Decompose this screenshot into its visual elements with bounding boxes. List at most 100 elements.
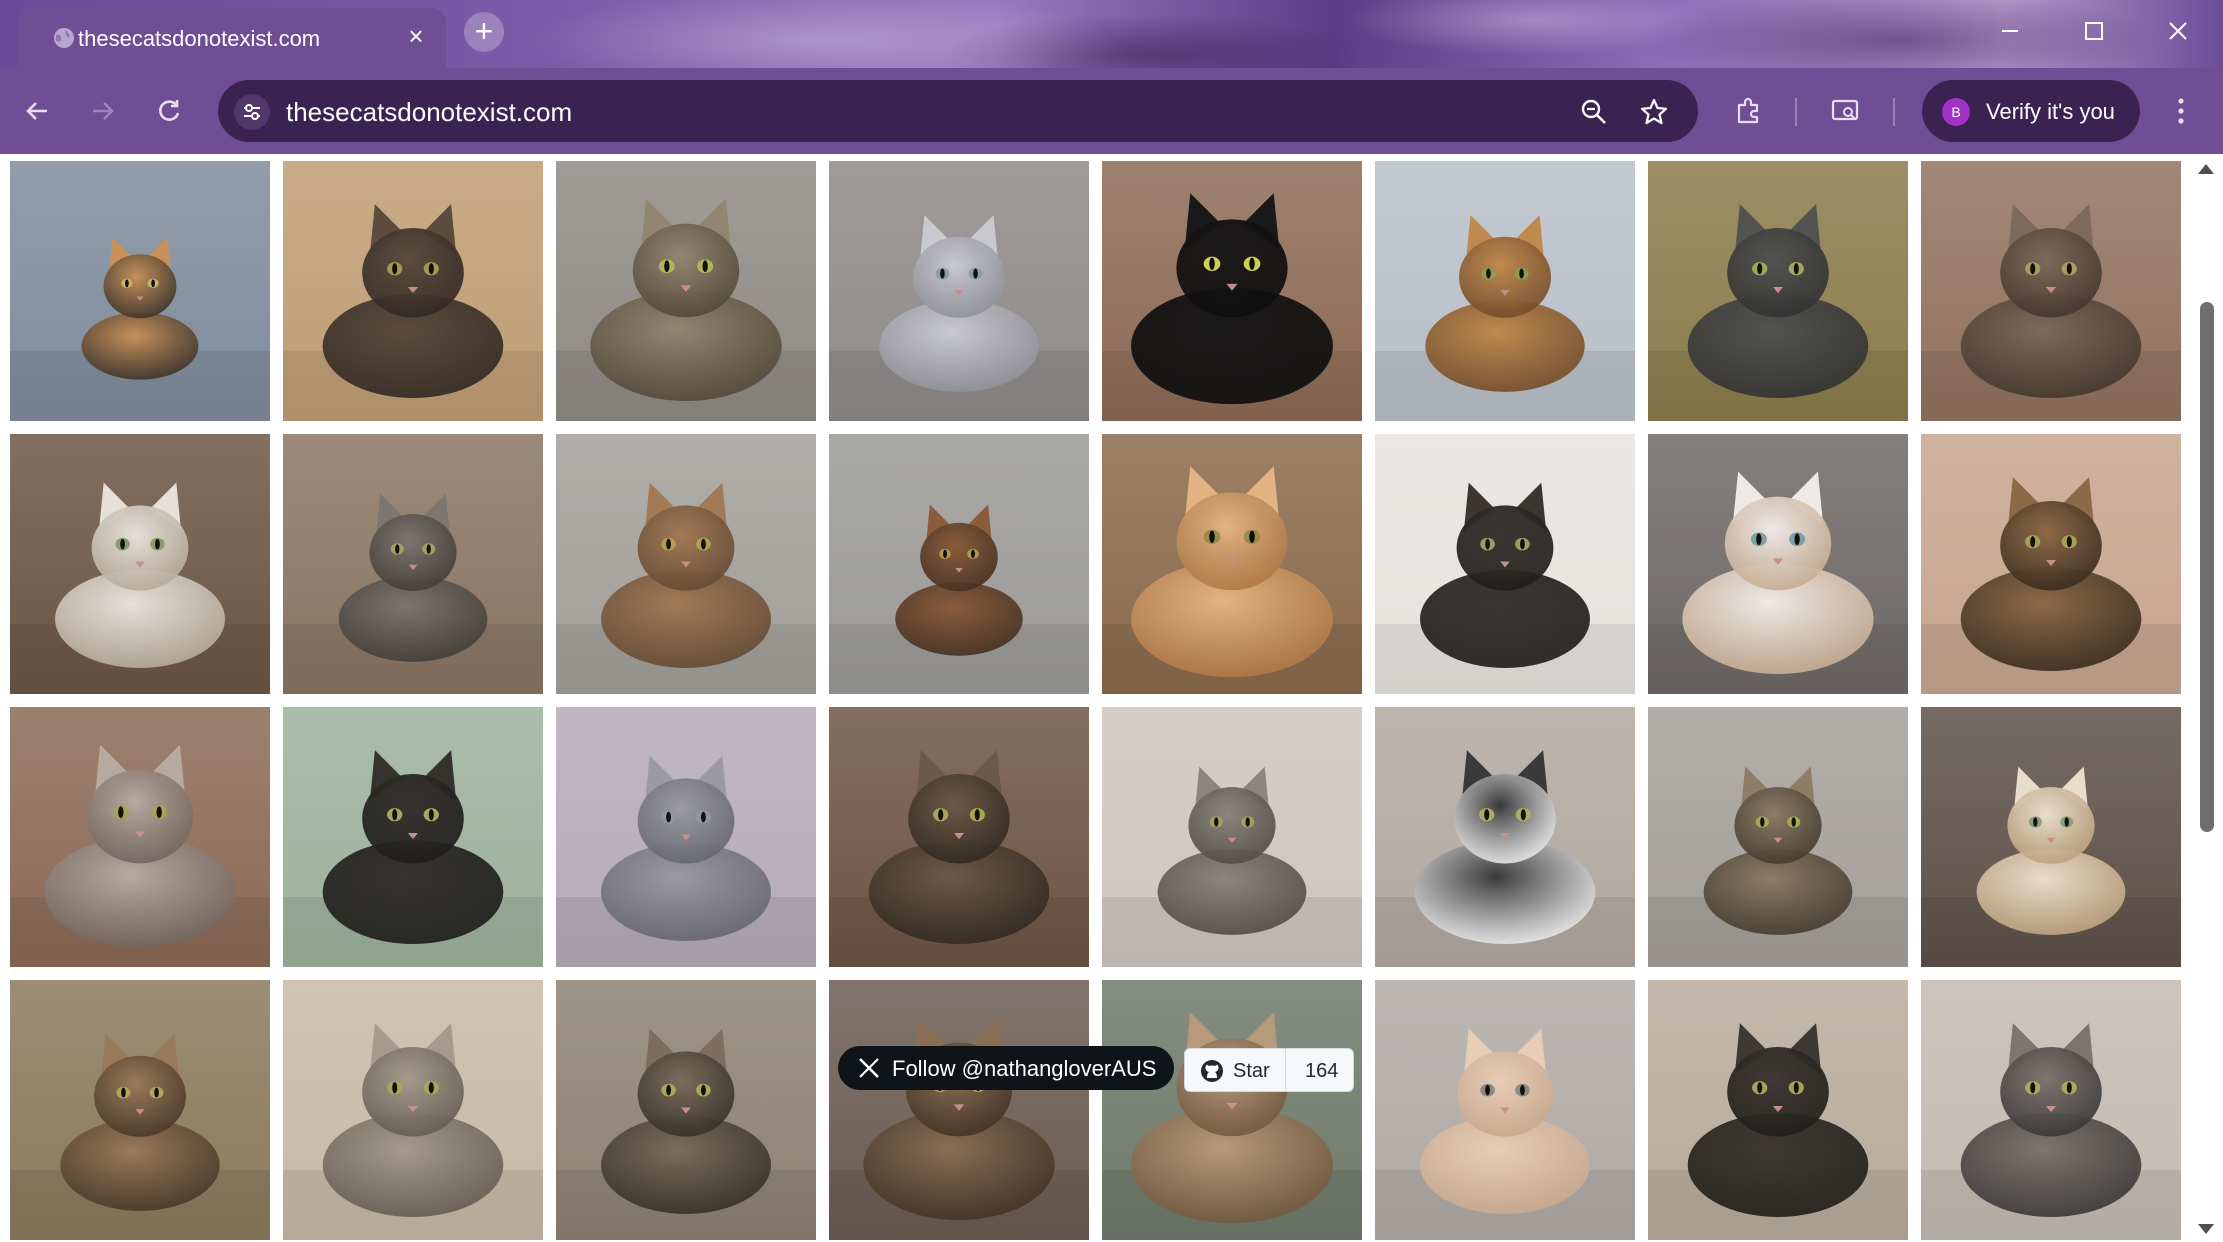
screen-search-icon (1831, 99, 1859, 121)
address-bar[interactable]: thesecatsdonotexist.com (218, 80, 1698, 142)
cat-photo (10, 980, 270, 1240)
cat-photo (556, 434, 816, 694)
cat-photo (1102, 434, 1362, 694)
cat-photo (1375, 707, 1635, 967)
cat-illustration (1648, 434, 1908, 694)
new-tab-button[interactable]: + (464, 12, 504, 52)
cat-illustration (1375, 161, 1635, 421)
cat-illustration (556, 161, 816, 421)
close-window-button[interactable] (2148, 8, 2208, 54)
globe-icon (54, 28, 74, 48)
cat-illustration (1648, 161, 1908, 421)
back-button[interactable] (14, 88, 60, 134)
cat-illustration (1102, 980, 1362, 1240)
cat-photo (10, 434, 270, 694)
follow-label: Follow @nathangloverAUS (892, 1056, 1157, 1081)
cat-illustration (10, 980, 270, 1240)
scroll-up-arrow-icon[interactable] (2198, 164, 2214, 174)
arrow-left-icon (26, 102, 47, 120)
cat-illustration (10, 434, 270, 694)
cat-illustration (1921, 161, 2181, 421)
cat-photo (1102, 980, 1362, 1240)
cat-illustration (283, 980, 543, 1240)
zoom-icon[interactable] (1576, 94, 1612, 130)
cat-photo (1648, 707, 1908, 967)
cat-photo (829, 434, 1089, 694)
cat-photo (1648, 434, 1908, 694)
cat-photo (10, 707, 270, 967)
cat-photo (829, 980, 1089, 1240)
cat-photo (1648, 161, 1908, 421)
cat-illustration (556, 434, 816, 694)
cat-photo (1102, 707, 1362, 967)
cat-illustration (1921, 980, 2181, 1240)
toolbar-divider (1893, 98, 1895, 126)
cat-illustration (283, 434, 543, 694)
cat-photo (1375, 434, 1635, 694)
cat-photo (1102, 161, 1362, 421)
media-search-button[interactable] (1822, 88, 1868, 134)
cat-illustration (283, 161, 543, 421)
cat-photo (283, 161, 543, 421)
github-star-button[interactable]: Star (1185, 1049, 1286, 1091)
close-icon (2169, 22, 2187, 40)
tab-title: thesecatsdonotexist.com (78, 26, 321, 51)
github-star-widget: Star 164 (1184, 1048, 1354, 1092)
cat-photo (1921, 707, 2181, 967)
scrollbar-thumb[interactable] (2200, 302, 2214, 832)
url-text[interactable]: thesecatsdonotexist.com (286, 97, 572, 128)
cat-photo (1921, 980, 2181, 1240)
cat-illustration (283, 707, 543, 967)
cat-illustration (1921, 434, 2181, 694)
cat-photo (556, 980, 816, 1240)
cat-illustration (1375, 434, 1635, 694)
cat-photo (829, 707, 1089, 967)
verify-label: Verify it's you (1986, 99, 2115, 124)
site-settings-icon[interactable] (234, 94, 270, 130)
cat-illustration (1375, 980, 1635, 1240)
bookmark-star-icon[interactable] (1636, 94, 1672, 130)
minimize-button[interactable] (1980, 8, 2040, 54)
maximize-button[interactable] (2064, 8, 2124, 54)
cat-illustration (556, 707, 816, 967)
reload-button[interactable] (146, 88, 192, 134)
github-logo-icon (1201, 1060, 1223, 1082)
cat-illustration (829, 434, 1089, 694)
cat-photo (829, 161, 1089, 421)
scroll-down-arrow-icon[interactable] (2198, 1224, 2214, 1234)
follow-on-x-button[interactable]: Follow @nathangloverAUS (838, 1046, 1174, 1090)
browser-menu-button[interactable] (2158, 88, 2204, 134)
minimize-icon (2002, 30, 2018, 32)
cat-illustration (1375, 707, 1635, 967)
forward-button[interactable] (80, 88, 126, 134)
arrow-right-icon (93, 102, 114, 120)
close-tab-icon[interactable]: × (402, 22, 430, 50)
cat-photo (556, 161, 816, 421)
cat-illustration (1921, 707, 2181, 967)
cat-photo (1921, 434, 2181, 694)
cat-illustration (1102, 434, 1362, 694)
browser-tab[interactable]: thesecatsdonotexist.com × (18, 8, 446, 68)
cat-photo (1921, 161, 2181, 421)
cat-photo (556, 707, 816, 967)
cat-photo (1375, 980, 1635, 1240)
cat-photo (283, 980, 543, 1240)
kebab-menu-icon (2178, 98, 2184, 124)
browser-tab-strip: thesecatsdonotexist.com × + (0, 0, 2223, 68)
browser-toolbar: thesecatsdonotexist.com B Verify it's yo… (0, 68, 2223, 154)
cat-illustration (10, 161, 270, 421)
puzzle-icon (1737, 97, 1759, 124)
extensions-button[interactable] (1726, 88, 1772, 134)
cat-illustration (10, 707, 270, 967)
cat-illustration (1102, 707, 1362, 967)
github-star-count[interactable]: 164 (1305, 1060, 1338, 1083)
toolbar-divider (1795, 98, 1797, 126)
cat-photo (10, 161, 270, 421)
cat-illustration (829, 980, 1089, 1240)
cat-photo (283, 707, 543, 967)
cat-illustration (1102, 161, 1362, 421)
maximize-icon (2085, 22, 2103, 40)
cat-illustration (829, 161, 1089, 421)
cat-illustration (829, 707, 1089, 967)
profile-verify-button[interactable]: B Verify it's you (1922, 80, 2140, 142)
